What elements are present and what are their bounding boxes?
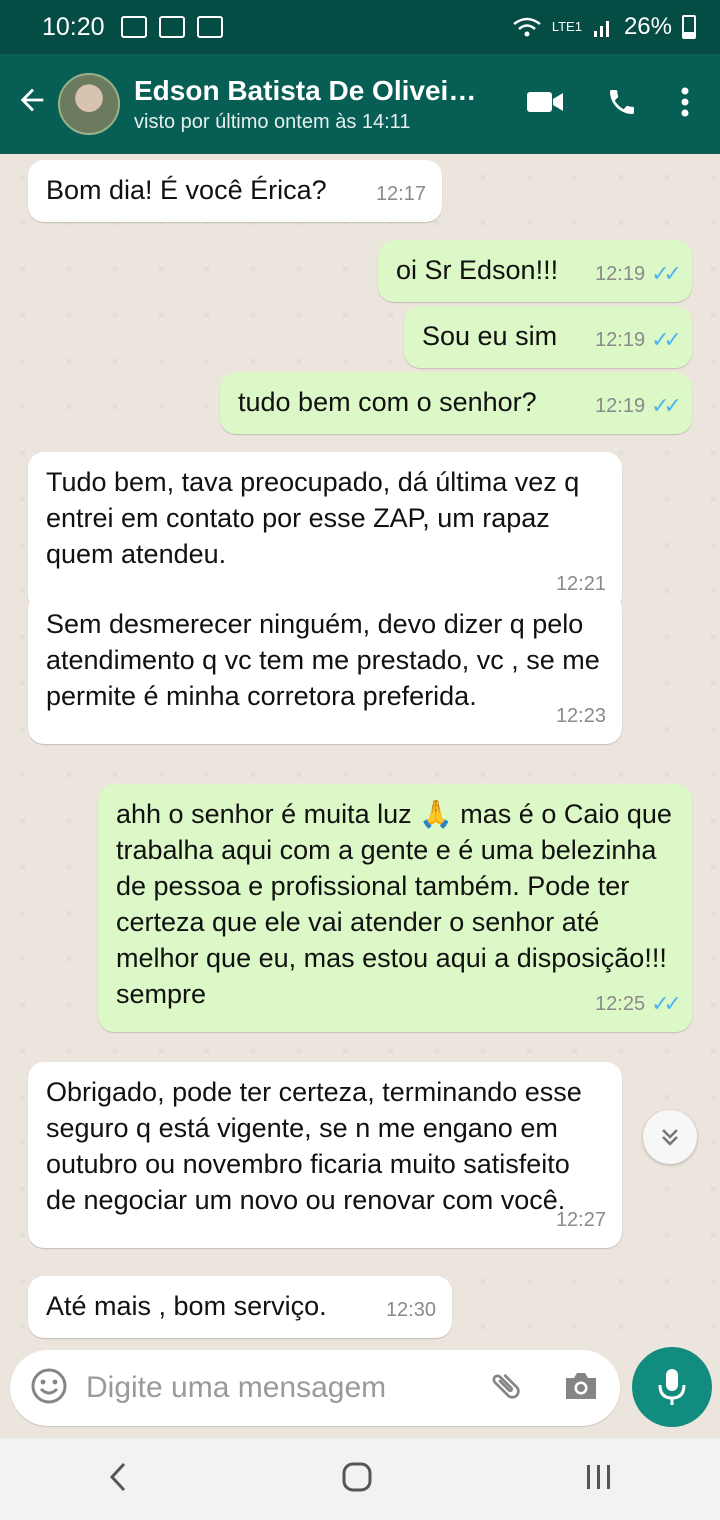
message-incoming[interactable]: Bom dia! É você Érica? 12:17	[28, 160, 442, 222]
battery-percent: 26%	[623, 13, 672, 40]
voicemail-icon	[120, 16, 147, 38]
message-time: 12:30	[385, 1299, 436, 1321]
message-time: 12:23	[555, 705, 606, 727]
message-outgoing[interactable]: ahh o senhor é muita luz 🙏 mas é o Caio …	[98, 784, 692, 1032]
signal-icon	[593, 21, 609, 37]
message-incoming[interactable]: Obrigado, pode ter certeza, terminando e…	[28, 1062, 622, 1248]
mic-icon	[658, 1369, 686, 1405]
message-text: oi Sr Edson!!!	[396, 255, 559, 285]
message-text: ahh o senhor é muita luz 🙏 mas é o Caio …	[116, 799, 672, 1009]
double-chevron-down-icon	[662, 1129, 678, 1146]
read-ticks-icon: ✓✓	[651, 327, 682, 352]
status-time: 10:20	[42, 12, 105, 41]
system-nav-bar	[0, 1438, 720, 1520]
phone-icon[interactable]	[606, 86, 638, 123]
nav-back-icon[interactable]	[106, 1460, 130, 1499]
message-outgoing[interactable]: Sou eu sim 12:19 ✓✓	[404, 306, 692, 368]
scroll-down-button[interactable]	[643, 1110, 697, 1164]
attach-icon[interactable]	[488, 1368, 524, 1409]
chat-area[interactable]: Bom dia! É você Érica? 12:17 oi Sr Edson…	[0, 154, 720, 1350]
image-icon	[196, 16, 223, 38]
video-call-icon[interactable]	[526, 89, 564, 120]
arrow-back-icon[interactable]	[10, 83, 54, 126]
message-outgoing[interactable]: oi Sr Edson!!! 12:19 ✓✓	[378, 240, 692, 302]
contact-info[interactable]: Edson Batista De Olivei… visto por últim…	[134, 75, 494, 134]
nav-home-icon[interactable]	[341, 1461, 373, 1498]
network-label: LTE1	[551, 19, 582, 34]
message-outgoing[interactable]: tudo bem com o senhor? 12:19 ✓✓	[220, 372, 692, 434]
message-incoming[interactable]: Sem desmerecer ninguém, devo dizer q pel…	[28, 594, 622, 744]
battery-icon	[682, 15, 696, 39]
read-ticks-icon: ✓✓	[651, 991, 682, 1016]
read-ticks-icon: ✓✓	[651, 261, 682, 286]
contact-status: visto por último ontem às 14:11	[134, 110, 411, 133]
laptop-icon	[158, 16, 185, 38]
wifi-icon	[513, 17, 541, 37]
more-vert-icon[interactable]	[680, 86, 690, 123]
avatar[interactable]	[58, 73, 120, 135]
message-time: 12:19	[595, 329, 646, 351]
message-time: 12:25	[595, 993, 646, 1015]
message-time: 12:19	[595, 395, 646, 417]
message-input[interactable]	[86, 1371, 466, 1405]
message-time: 12:17	[375, 183, 426, 205]
camera-icon[interactable]	[562, 1370, 600, 1407]
message-text: Tudo bem, tava preocupado, dá última vez…	[46, 467, 580, 569]
message-incoming[interactable]: Até mais , bom serviço. 12:30	[28, 1276, 452, 1338]
contact-name: Edson Batista De Olivei…	[134, 74, 477, 106]
status-bar: 10:20 LTE1 26%	[0, 0, 720, 54]
message-text: tudo bem com o senhor?	[238, 387, 537, 417]
message-text: Sou eu sim	[422, 321, 558, 351]
message-text: Obrigado, pode ter certeza, terminando e…	[46, 1077, 582, 1215]
message-composer	[10, 1350, 620, 1426]
message-time: 12:27	[555, 1209, 606, 1231]
mic-button[interactable]	[632, 1347, 712, 1427]
message-text: Até mais , bom serviço.	[46, 1291, 327, 1321]
message-text: Sem desmerecer ninguém, devo dizer q pel…	[46, 609, 600, 711]
emoji-icon[interactable]	[30, 1367, 68, 1410]
chat-header: Edson Batista De Olivei… visto por últim…	[0, 54, 720, 154]
message-incoming[interactable]: Tudo bem, tava preocupado, dá última vez…	[28, 452, 622, 612]
message-time: 12:19	[595, 263, 646, 285]
message-text: Bom dia! É você Érica?	[46, 175, 327, 205]
read-ticks-icon: ✓✓	[651, 393, 682, 418]
nav-recents-icon[interactable]	[584, 1462, 614, 1497]
